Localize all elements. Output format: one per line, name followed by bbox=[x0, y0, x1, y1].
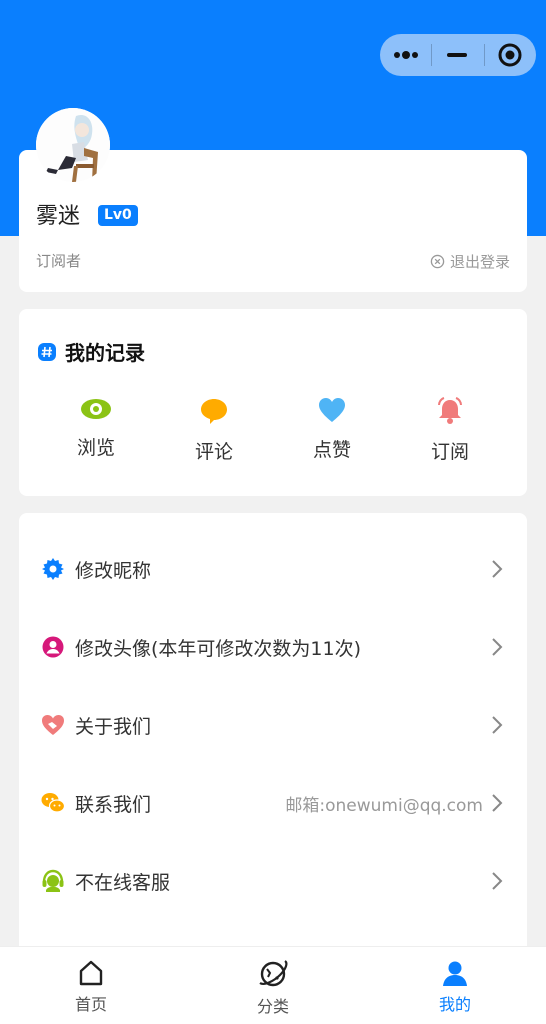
menu-item-change-nickname[interactable]: 修改昵称 bbox=[19, 530, 527, 608]
menu-label: 联系我们 bbox=[75, 793, 152, 816]
level-badge: Lv0 bbox=[98, 205, 138, 226]
menu-label: 修改昵称 bbox=[75, 559, 152, 582]
wechat-icon bbox=[41, 791, 65, 815]
menu-item-contact-us[interactable]: 联系我们 邮箱:onewumi@qq.com bbox=[19, 764, 527, 842]
tab-label: 我的 bbox=[438, 995, 471, 1014]
bottom-tab-bar: 首页 分类 我的 bbox=[0, 946, 546, 1024]
menu-item-customer-service[interactable]: 不在线客服 bbox=[19, 842, 527, 920]
records-title: 我的记录 bbox=[65, 341, 145, 365]
record-subscribe[interactable]: 订阅 bbox=[405, 397, 495, 464]
heart-hand-icon bbox=[41, 713, 65, 737]
menu-label: 关于我们 bbox=[75, 715, 152, 738]
planet-icon bbox=[259, 960, 288, 987]
menu-label: 不在线客服 bbox=[75, 871, 171, 894]
gear-icon bbox=[41, 557, 65, 581]
logout-label: 退出登录 bbox=[449, 253, 510, 271]
records-header: 我的记录 bbox=[37, 337, 145, 366]
settings-menu-card: 修改昵称 修改头像(本年可修改次数为11次) 关于我们 联系我们 邮箱:onew… bbox=[19, 513, 527, 953]
username: 雾迷 bbox=[36, 204, 81, 229]
records-row: 浏览 评论 点赞 订阅 bbox=[19, 397, 527, 464]
user-circle-icon bbox=[41, 635, 65, 659]
record-label: 点赞 bbox=[312, 439, 351, 461]
comment-icon bbox=[201, 399, 227, 424]
logout-button[interactable]: 退出登录 bbox=[430, 251, 510, 272]
chevron-right-icon bbox=[492, 560, 503, 578]
close-button[interactable] bbox=[485, 34, 536, 76]
chevron-right-icon bbox=[492, 872, 503, 890]
menu-item-about-us[interactable]: 关于我们 bbox=[19, 686, 527, 764]
record-label: 评论 bbox=[194, 441, 233, 463]
role-label: 订阅者 bbox=[36, 252, 82, 270]
minus-icon bbox=[447, 53, 467, 57]
tab-label: 首页 bbox=[74, 995, 107, 1014]
tab-category[interactable]: 分类 bbox=[182, 947, 364, 1024]
chevron-right-icon bbox=[492, 794, 503, 812]
home-icon bbox=[79, 960, 103, 986]
record-like[interactable]: 点赞 bbox=[287, 397, 377, 464]
records-card: 我的记录 浏览 评论 点赞 订阅 bbox=[19, 309, 527, 496]
record-browse[interactable]: 浏览 bbox=[51, 397, 141, 464]
record-comment[interactable]: 评论 bbox=[169, 397, 259, 464]
chevron-right-icon bbox=[492, 716, 503, 734]
eye-icon bbox=[81, 399, 111, 419]
record-label: 订阅 bbox=[430, 441, 469, 463]
close-circle-icon bbox=[430, 254, 445, 269]
contact-email: 邮箱:onewumi@qq.com bbox=[285, 795, 483, 816]
mini-program-capsule bbox=[380, 34, 536, 76]
avatar[interactable] bbox=[36, 108, 110, 182]
record-label: 浏览 bbox=[76, 437, 115, 459]
tab-mine[interactable]: 我的 bbox=[364, 947, 546, 1024]
menu-label: 修改头像(本年可修改次数为11次) bbox=[75, 637, 362, 660]
headset-icon bbox=[41, 869, 65, 893]
target-close-icon bbox=[498, 43, 522, 67]
user-icon bbox=[443, 961, 467, 986]
more-menu-button[interactable] bbox=[380, 34, 431, 76]
tab-home[interactable]: 首页 bbox=[0, 947, 182, 1024]
more-dots-icon bbox=[393, 51, 418, 59]
menu-item-change-avatar[interactable]: 修改头像(本年可修改次数为11次) bbox=[19, 608, 527, 686]
minimize-button[interactable] bbox=[432, 34, 483, 76]
avatar-illustration-icon bbox=[36, 108, 110, 182]
bell-icon bbox=[438, 397, 462, 424]
tab-label: 分类 bbox=[256, 997, 289, 1016]
hashtag-icon bbox=[38, 342, 56, 361]
heart-icon bbox=[319, 398, 345, 422]
chevron-right-icon bbox=[492, 638, 503, 656]
